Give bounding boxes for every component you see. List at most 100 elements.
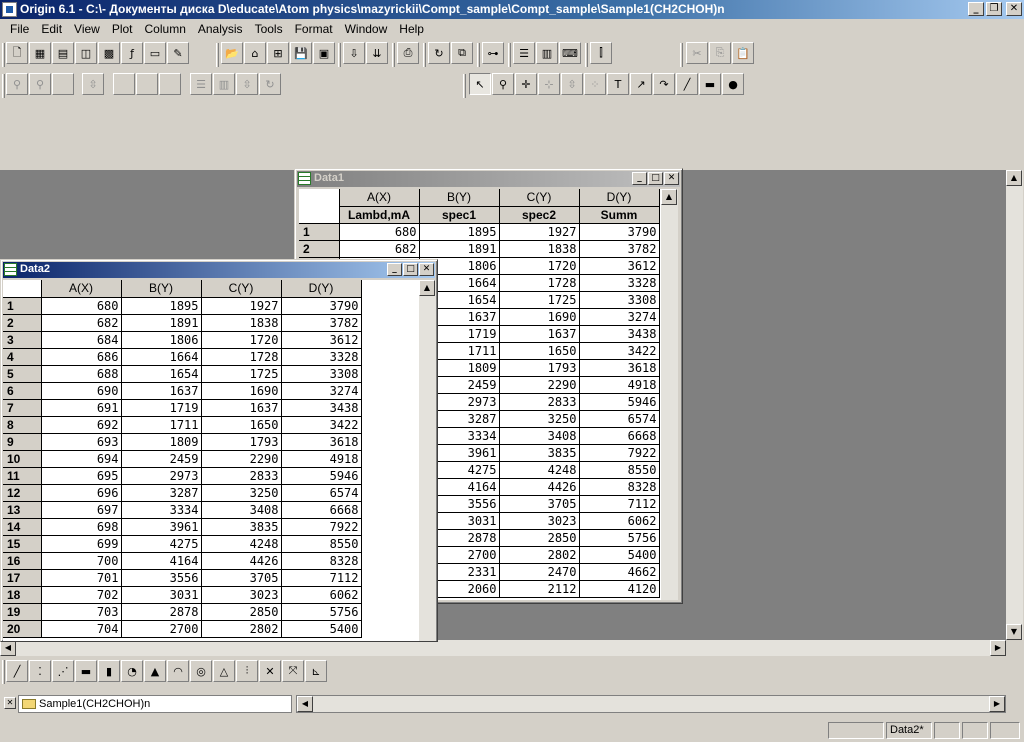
open-excel-icon[interactable]: ⊞ bbox=[267, 42, 289, 64]
copy-icon[interactable]: ⎘ bbox=[709, 42, 731, 64]
menu-column[interactable]: Column bbox=[139, 22, 192, 36]
data1-cell[interactable]: 2290 bbox=[499, 376, 580, 394]
menu-plot[interactable]: Plot bbox=[106, 22, 139, 36]
data1-col-header[interactable]: C(Y) bbox=[499, 189, 580, 207]
data1-cell[interactable]: 3408 bbox=[499, 427, 580, 445]
data1-cell[interactable]: 4662 bbox=[579, 563, 660, 581]
data1-cell[interactable]: 2833 bbox=[499, 393, 580, 411]
toolbar-grip[interactable] bbox=[216, 43, 219, 67]
data1-col-label[interactable]: Summ bbox=[579, 206, 660, 224]
data1-cell[interactable]: 5946 bbox=[579, 393, 660, 411]
scroll-up-icon[interactable]: ▲ bbox=[1006, 170, 1022, 186]
data2-cell[interactable]: 682 bbox=[41, 314, 122, 332]
data1-cell[interactable]: 1650 bbox=[499, 342, 580, 360]
data1-cell[interactable]: 7922 bbox=[579, 444, 660, 462]
data1-cell[interactable]: 680 bbox=[339, 223, 420, 241]
menu-analysis[interactable]: Analysis bbox=[192, 22, 249, 36]
data2-cell[interactable]: 690 bbox=[41, 382, 122, 400]
template-plot-icon[interactable]: ⊾ bbox=[305, 660, 327, 682]
new-graph-icon[interactable]: ◫ bbox=[75, 42, 97, 64]
toolbar-grip[interactable] bbox=[338, 43, 341, 67]
data2-cell[interactable]: 5946 bbox=[281, 467, 362, 485]
scatter-plot-icon[interactable]: ⁚ bbox=[29, 660, 51, 682]
data1-cell[interactable]: 7112 bbox=[579, 495, 660, 513]
data2-row[interactable]: 17 701 3556 3705 7112 bbox=[3, 569, 362, 587]
high-low-plot-icon[interactable]: ⫶ bbox=[236, 660, 258, 682]
data2-cell[interactable]: 698 bbox=[41, 518, 122, 536]
data-selector-icon[interactable]: ⇳ bbox=[561, 73, 583, 95]
data2-cell[interactable]: 1927 bbox=[201, 297, 282, 315]
data2-close-button[interactable]: ✕ bbox=[419, 263, 434, 276]
data2-cell[interactable]: 3287 bbox=[121, 484, 202, 502]
data1-cell[interactable]: 1725 bbox=[499, 291, 580, 309]
data1-cell[interactable]: 6062 bbox=[579, 512, 660, 530]
data2-cell[interactable]: 704 bbox=[41, 620, 122, 638]
layer-icon[interactable] bbox=[136, 73, 158, 95]
data1-cell[interactable]: 2112 bbox=[499, 580, 580, 598]
data2-cell[interactable]: 1895 bbox=[121, 297, 202, 315]
data2-cell[interactable]: 703 bbox=[41, 603, 122, 621]
menu-format[interactable]: Format bbox=[289, 22, 339, 36]
data2-cell[interactable]: 1690 bbox=[201, 382, 282, 400]
cut-icon[interactable]: ✂ bbox=[686, 42, 708, 64]
minimize-button[interactable]: _ bbox=[968, 2, 984, 16]
data2-col-header[interactable]: C(Y) bbox=[201, 280, 282, 298]
project-explorer-icon[interactable]: ⊶ bbox=[482, 42, 504, 64]
open-icon[interactable]: 📂 bbox=[221, 42, 243, 64]
data2-worksheet-window[interactable]: Data2 _ □ ✕ A(X) B(Y) C(Y) D(Y) 1 680 1895… bbox=[0, 259, 438, 642]
data2-row[interactable]: 11 695 2973 2833 5946 bbox=[3, 467, 362, 485]
data2-row-number[interactable]: 4 bbox=[3, 348, 42, 366]
data-selector-icon[interactable]: ⇳ bbox=[236, 73, 258, 95]
data1-cell[interactable]: 3023 bbox=[499, 512, 580, 530]
data2-cell[interactable]: 3274 bbox=[281, 382, 362, 400]
data1-cell[interactable]: 8328 bbox=[579, 478, 660, 496]
data2-cell[interactable]: 1728 bbox=[201, 348, 282, 366]
data2-cell[interactable]: 694 bbox=[41, 450, 122, 468]
data1-cell[interactable]: 3274 bbox=[579, 308, 660, 326]
data2-cell[interactable]: 2290 bbox=[201, 450, 282, 468]
data2-cell[interactable]: 693 bbox=[41, 433, 122, 451]
column-plot-icon[interactable]: ▮ bbox=[98, 660, 120, 682]
data1-cell[interactable]: 6574 bbox=[579, 410, 660, 428]
data1-cell[interactable]: 2802 bbox=[499, 546, 580, 564]
data1-titlebar[interactable]: Data1 _ □ ✕ bbox=[297, 171, 680, 187]
data1-cell[interactable]: 3250 bbox=[499, 410, 580, 428]
toolbar-grip[interactable] bbox=[680, 43, 683, 67]
data2-cell[interactable]: 1809 bbox=[121, 433, 202, 451]
data1-cell[interactable]: 5400 bbox=[579, 546, 660, 564]
duplicate-icon[interactable]: ⧉ bbox=[451, 42, 473, 64]
data1-corner[interactable] bbox=[299, 189, 340, 224]
data2-cell[interactable]: 1793 bbox=[201, 433, 282, 451]
data2-cell[interactable]: 2802 bbox=[201, 620, 282, 638]
scroll-right-icon[interactable]: ▶ bbox=[990, 640, 1006, 656]
data1-row-number[interactable]: 2 bbox=[299, 240, 340, 258]
data2-vertical-scrollbar[interactable]: ▲ bbox=[419, 280, 436, 641]
data2-grid[interactable]: A(X) B(Y) C(Y) D(Y) 1 680 1895 1927 3790 2 682… bbox=[3, 280, 419, 641]
workspace-vertical-scrollbar[interactable]: ▲ ▼ bbox=[1006, 170, 1023, 640]
import-ascii-icon[interactable]: ⇩ bbox=[343, 42, 365, 64]
data2-cell[interactable]: 4248 bbox=[201, 535, 282, 553]
data1-cell[interactable]: 3308 bbox=[579, 291, 660, 309]
data2-cell[interactable]: 700 bbox=[41, 552, 122, 570]
data2-cell[interactable]: 5400 bbox=[281, 620, 362, 638]
new-layout-icon[interactable]: ▭ bbox=[144, 42, 166, 64]
worksheet-icon[interactable] bbox=[52, 73, 74, 95]
menu-edit[interactable]: Edit bbox=[35, 22, 68, 36]
data2-row[interactable]: 14 698 3961 3835 7922 bbox=[3, 518, 362, 536]
data2-row[interactable]: 15 699 4275 4248 8550 bbox=[3, 535, 362, 553]
data2-row-number[interactable]: 11 bbox=[3, 467, 42, 485]
data2-cell[interactable]: 1806 bbox=[121, 331, 202, 349]
data2-cell[interactable]: 2700 bbox=[121, 620, 202, 638]
data1-col-label[interactable]: spec1 bbox=[419, 206, 500, 224]
paste-icon[interactable]: 📋 bbox=[732, 42, 754, 64]
data1-cell[interactable]: 1690 bbox=[499, 308, 580, 326]
data2-cell[interactable]: 3782 bbox=[281, 314, 362, 332]
data2-row[interactable]: 12 696 3287 3250 6574 bbox=[3, 484, 362, 502]
menu-help[interactable]: Help bbox=[393, 22, 430, 36]
data2-row[interactable]: 6 690 1637 1690 3274 bbox=[3, 382, 362, 400]
data2-row-number[interactable]: 10 bbox=[3, 450, 42, 468]
data2-cell[interactable]: 695 bbox=[41, 467, 122, 485]
data1-cell[interactable]: 2850 bbox=[499, 529, 580, 547]
data2-row[interactable]: 13 697 3334 3408 6668 bbox=[3, 501, 362, 519]
data1-cell[interactable]: 4918 bbox=[579, 376, 660, 394]
